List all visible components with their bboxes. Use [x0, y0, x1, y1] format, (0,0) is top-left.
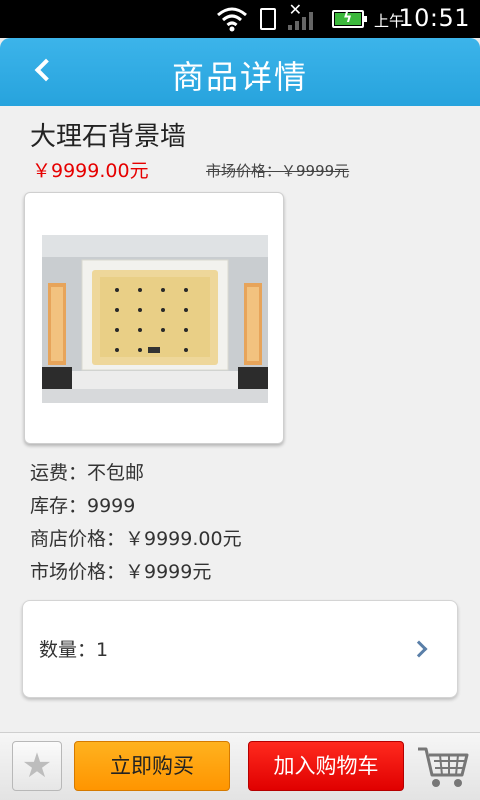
- product-price: ￥9999.00元: [32, 160, 149, 182]
- product-image[interactable]: [42, 235, 268, 403]
- favorite-button[interactable]: ★: [12, 741, 62, 791]
- status-bar: ✕ ϟ 上午 10:51: [0, 0, 480, 38]
- chevron-right-icon: [410, 640, 428, 658]
- product-name: 大理石背景墙: [30, 122, 187, 152]
- product-image-card[interactable]: [24, 192, 284, 444]
- signal-icon: [288, 10, 318, 30]
- shopping-cart-icon[interactable]: [416, 741, 470, 791]
- page-title: 商品详情: [171, 58, 308, 96]
- stock-info: 库存：9999: [30, 495, 136, 517]
- wifi-icon: [217, 7, 247, 32]
- product-detail-content[interactable]: 大理石背景墙 ￥9999.00元 市场价格：￥9999元 运费：不包邮 库存：9…: [0, 106, 480, 732]
- title-bar: 商品详情: [0, 38, 480, 106]
- market-price-info: 市场价格：￥9999元: [30, 561, 212, 583]
- bottom-action-bar: ★ 立即购买 加入购物车: [0, 732, 480, 800]
- buy-now-button[interactable]: 立即购买: [74, 741, 230, 791]
- star-icon: ★: [21, 746, 53, 786]
- status-time: 10:51: [398, 4, 470, 32]
- shop-price-info: 商店价格：￥9999.00元: [30, 528, 242, 550]
- add-to-cart-button[interactable]: 加入购物车: [248, 741, 404, 791]
- battery-icon: ϟ: [332, 10, 367, 28]
- market-price-strikethrough: 市场价格：￥9999元: [206, 162, 350, 180]
- quantity-selector[interactable]: 数量：1: [22, 600, 458, 698]
- sd-card-icon: [260, 8, 276, 30]
- shipping-info: 运费：不包邮: [30, 462, 145, 484]
- quantity-label: 数量：1: [39, 639, 109, 661]
